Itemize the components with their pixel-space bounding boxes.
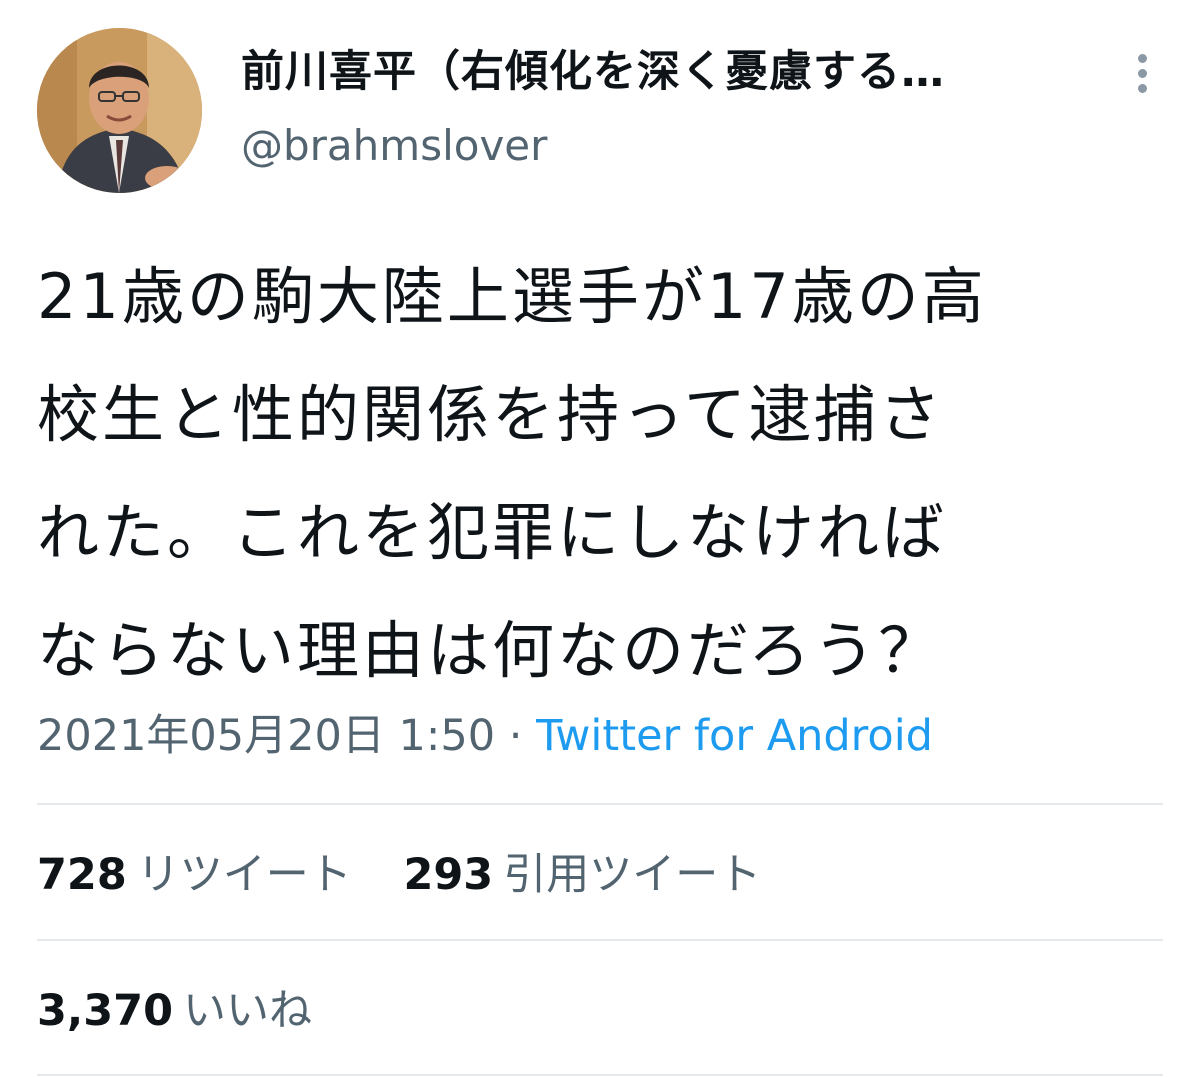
divider xyxy=(37,1074,1163,1076)
tweet-timestamp[interactable]: 2021年05月20日 1:50 xyxy=(37,711,495,761)
retweets-count: 728 xyxy=(37,850,127,900)
quotes-count: 293 xyxy=(403,850,494,900)
retweet-stats-row: 728 リツイート 293 引用ツイート xyxy=(37,845,799,905)
tweet-text: 21歳の駒大陸上選手が17歳の高 校生と性的関係を持って逮捕さ れた。これを犯罪… xyxy=(37,260,987,687)
avatar-photo xyxy=(37,28,202,193)
more-vertical-icon[interactable] xyxy=(1127,48,1157,112)
tweet-detail: 前川喜平（右傾化を深く憂慮する… @brahmslover 21歳の駒大陸上選手… xyxy=(0,0,1200,1077)
quotes-label: 引用ツイート xyxy=(503,850,762,900)
author-display-name[interactable]: 前川喜平（右傾化を深く憂慮する… xyxy=(241,40,1101,104)
tweet-source-link[interactable]: Twitter for Android xyxy=(536,711,933,761)
divider xyxy=(37,939,1163,941)
retweets-stat[interactable]: 728 リツイート xyxy=(37,845,352,905)
author-names: 前川喜平（右傾化を深く憂慮する… @brahmslover xyxy=(241,40,1101,178)
divider xyxy=(37,803,1163,805)
likes-label: いいね xyxy=(183,986,313,1036)
tweet-meta: 2021年05月20日 1:50 · Twitter for Android xyxy=(37,706,933,766)
likes-stat[interactable]: 3,370 いいね xyxy=(37,981,312,1041)
retweets-label: リツイート xyxy=(136,850,352,900)
likes-count: 3,370 xyxy=(37,986,174,1036)
quotes-stat[interactable]: 293 引用ツイート xyxy=(403,845,761,905)
avatar[interactable] xyxy=(37,28,202,193)
author-handle[interactable]: @brahmslover xyxy=(241,114,1101,178)
tweet-header: 前川喜平（右傾化を深く憂慮する… @brahmslover xyxy=(37,28,1163,193)
meta-separator: · xyxy=(495,711,537,761)
likes-stats-row: 3,370 いいね xyxy=(37,981,350,1041)
